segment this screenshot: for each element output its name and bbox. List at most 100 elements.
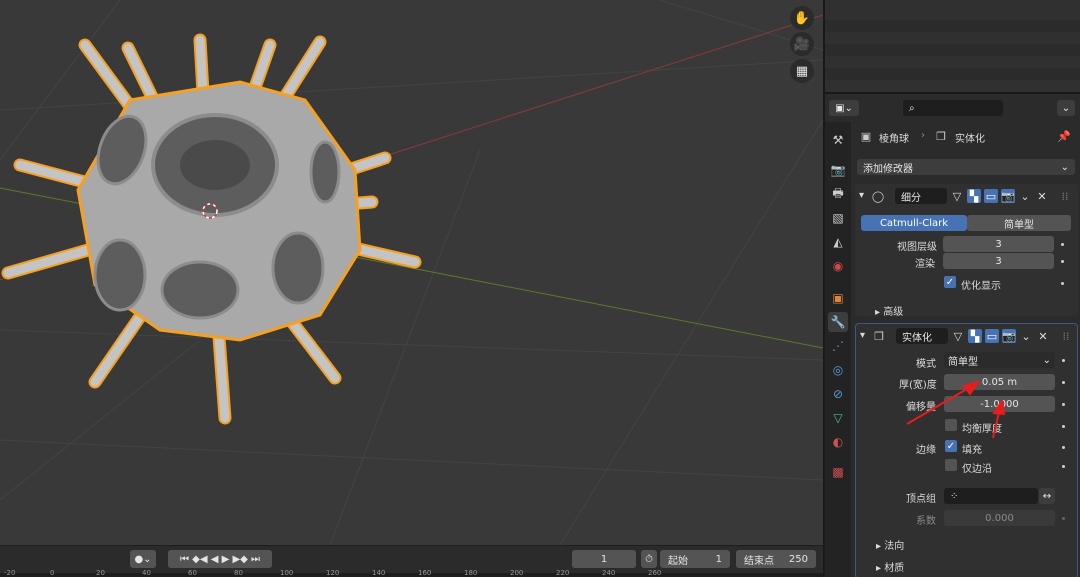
advanced-section-toggle[interactable]: ▸ 高级 bbox=[875, 303, 903, 318]
editor-type-dropdown[interactable]: ▣⌄ bbox=[829, 100, 859, 116]
add-modifier-dropdown[interactable]: 添加修改器 ⌄ bbox=[857, 159, 1075, 175]
chevron-down-icon[interactable]: ⌄ bbox=[1018, 189, 1032, 203]
advanced-label: 高级 bbox=[883, 307, 904, 318]
collapse-arrow-icon[interactable]: ▾ bbox=[860, 330, 865, 341]
chevron-down-icon: ⌄ bbox=[1060, 161, 1069, 173]
thickness-field[interactable]: 0.05 m bbox=[944, 374, 1055, 390]
grid-view-icon[interactable]: ▦ bbox=[790, 59, 814, 83]
search-input[interactable]: ⌕ bbox=[903, 100, 1003, 116]
keyframe-dot[interactable] bbox=[1062, 359, 1065, 362]
factor-label: 系数 bbox=[916, 516, 936, 527]
keyframe-dot[interactable] bbox=[1062, 517, 1065, 520]
start-frame-label: 起始 bbox=[668, 555, 688, 567]
ruler-tick-label: 40 bbox=[142, 569, 151, 577]
viewport-display-icon[interactable]: ▭ bbox=[984, 189, 998, 203]
close-icon[interactable]: ✕ bbox=[1036, 329, 1050, 343]
view-layer-tab-icon[interactable]: ▧ bbox=[828, 208, 848, 228]
camera-icon[interactable]: 🎥 bbox=[790, 32, 814, 56]
materials-section-toggle[interactable]: ▸ 材质 bbox=[876, 559, 904, 574]
ruler-tick-label: -20 bbox=[4, 569, 16, 577]
subdivision-name-field[interactable]: 细分 bbox=[895, 188, 947, 204]
end-frame-value: 250 bbox=[788, 553, 808, 565]
object-icon: ▣ bbox=[860, 129, 872, 143]
keyframe-dot[interactable] bbox=[1061, 243, 1064, 246]
close-icon[interactable]: ✕ bbox=[1035, 189, 1049, 203]
start-frame-field[interactable]: 起始 1 bbox=[660, 550, 730, 568]
even-thickness-checkbox[interactable] bbox=[945, 419, 957, 431]
tab-catmull-clark[interactable]: Catmull-Clark bbox=[861, 215, 967, 231]
ruler-tick-label: 260 bbox=[648, 569, 662, 577]
current-frame-field[interactable]: 1 bbox=[572, 550, 636, 568]
edit-mode-icon[interactable]: ▽ bbox=[950, 189, 964, 203]
material-tab-icon[interactable]: ◐ bbox=[828, 432, 848, 452]
render-display-icon[interactable]: 📷 bbox=[1001, 189, 1015, 203]
keyframe-dot[interactable] bbox=[1062, 403, 1065, 406]
data-tab-icon[interactable]: ▽ bbox=[828, 408, 848, 428]
playback-controls[interactable]: ⏮ ◆◀ ◀ ▶ ▶◆ ⏭ bbox=[168, 550, 272, 568]
fill-rim-checkbox[interactable]: ✓ bbox=[945, 440, 957, 452]
outliner-row[interactable] bbox=[825, 68, 1080, 80]
keyframe-dot[interactable] bbox=[1062, 446, 1065, 449]
vertex-group-field[interactable]: ⁘ bbox=[944, 488, 1038, 504]
keyframe-dropdown[interactable]: ●⌄ bbox=[130, 550, 156, 568]
frame-ruler[interactable]: -20 0 20 40 60 80 100 120 140 160 180 200 220 240 260 bbox=[0, 569, 823, 577]
factor-field[interactable]: 0.000 bbox=[944, 510, 1055, 526]
only-rim-checkbox[interactable] bbox=[945, 459, 957, 471]
spiked-ball-object bbox=[1, 33, 422, 425]
stopwatch-icon[interactable]: ⏱ bbox=[641, 550, 657, 568]
drag-handle-icon[interactable]: ⁞⁞ bbox=[1059, 329, 1073, 343]
ruler-tick-label: 160 bbox=[418, 569, 432, 577]
physics-tab-icon[interactable]: ◎ bbox=[828, 360, 848, 380]
tab-simple[interactable]: 简单型 bbox=[967, 215, 1071, 231]
keyframe-dot[interactable] bbox=[1062, 465, 1065, 468]
particles-tab-icon[interactable]: ⋰ bbox=[828, 336, 848, 356]
invert-icon[interactable]: ↔ bbox=[1039, 488, 1055, 504]
keyframe-dot[interactable] bbox=[1061, 282, 1064, 285]
optimal-display-checkbox[interactable]: ✓ bbox=[944, 276, 956, 288]
outliner-row[interactable] bbox=[825, 20, 1080, 32]
outliner-panel bbox=[823, 0, 1080, 92]
keyframe-dot[interactable] bbox=[1061, 260, 1064, 263]
end-frame-field[interactable]: 结束点 250 bbox=[736, 550, 816, 568]
keyframe-dot[interactable] bbox=[1062, 381, 1065, 384]
offset-field[interactable]: -1.0000 bbox=[944, 396, 1055, 412]
normals-section-toggle[interactable]: ▸ 法向 bbox=[876, 537, 904, 552]
constraints-tab-icon[interactable]: ⊘ bbox=[828, 384, 848, 404]
offset-label: 偏移量 bbox=[906, 402, 936, 413]
output-tab-icon[interactable]: 🖶 bbox=[828, 184, 848, 204]
texture-tab-icon[interactable]: ▩ bbox=[828, 462, 848, 482]
3d-viewport[interactable]: ✋ 🎥 ▦ bbox=[0, 0, 823, 545]
collapse-arrow-icon[interactable]: ▾ bbox=[859, 190, 864, 201]
render-levels-label: 渲染 bbox=[915, 259, 935, 270]
render-tab-icon[interactable]: 📷 bbox=[828, 160, 848, 180]
chevron-down-icon[interactable]: ⌄ bbox=[1019, 329, 1033, 343]
on-cage-icon[interactable]: ▚ bbox=[967, 189, 981, 203]
render-display-icon[interactable]: 📷 bbox=[1002, 329, 1016, 343]
property-tabs: ⚒ 📷 🖶 ▧ ◭ ◉ ▣ 🔧 ⋰ ◎ ⊘ ▽ ◐ ▩ bbox=[825, 122, 851, 577]
world-tab-icon[interactable]: ◉ bbox=[828, 256, 848, 276]
render-levels-field[interactable]: 3 bbox=[943, 253, 1054, 269]
mode-dropdown[interactable]: 简单型 ⌄ bbox=[944, 352, 1055, 368]
outliner-row[interactable] bbox=[825, 44, 1080, 56]
viewport-levels-field[interactable]: 3 bbox=[943, 236, 1054, 252]
viewport-display-icon[interactable]: ▭ bbox=[985, 329, 999, 343]
solidify-name-field[interactable]: 实体化 bbox=[896, 328, 948, 344]
on-cage-icon[interactable]: ▚ bbox=[968, 329, 982, 343]
edit-mode-icon[interactable]: ▽ bbox=[951, 329, 965, 343]
thickness-label: 厚(宽)度 bbox=[899, 380, 937, 391]
object-tab-icon[interactable]: ▣ bbox=[828, 288, 848, 308]
normals-label: 法向 bbox=[884, 541, 905, 552]
tool-tab-icon[interactable]: ⚒ bbox=[828, 130, 848, 150]
start-frame-value: 1 bbox=[715, 553, 722, 565]
drag-handle-icon[interactable]: ⁞⁞ bbox=[1058, 189, 1072, 203]
keyframe-dot[interactable] bbox=[1062, 425, 1065, 428]
ruler-tick-label: 0 bbox=[50, 569, 55, 577]
mode-value: 简单型 bbox=[948, 356, 978, 368]
ruler-tick-label: 100 bbox=[280, 569, 294, 577]
scene-tab-icon[interactable]: ◭ bbox=[828, 232, 848, 252]
options-dropdown[interactable]: ⌄ bbox=[1057, 100, 1075, 116]
modifier-tab-icon[interactable]: 🔧 bbox=[828, 312, 848, 332]
modifier-object-icon: ❐ bbox=[936, 129, 946, 143]
pin-icon[interactable]: 📌 bbox=[1057, 129, 1071, 143]
hand-pan-icon[interactable]: ✋ bbox=[790, 6, 814, 30]
